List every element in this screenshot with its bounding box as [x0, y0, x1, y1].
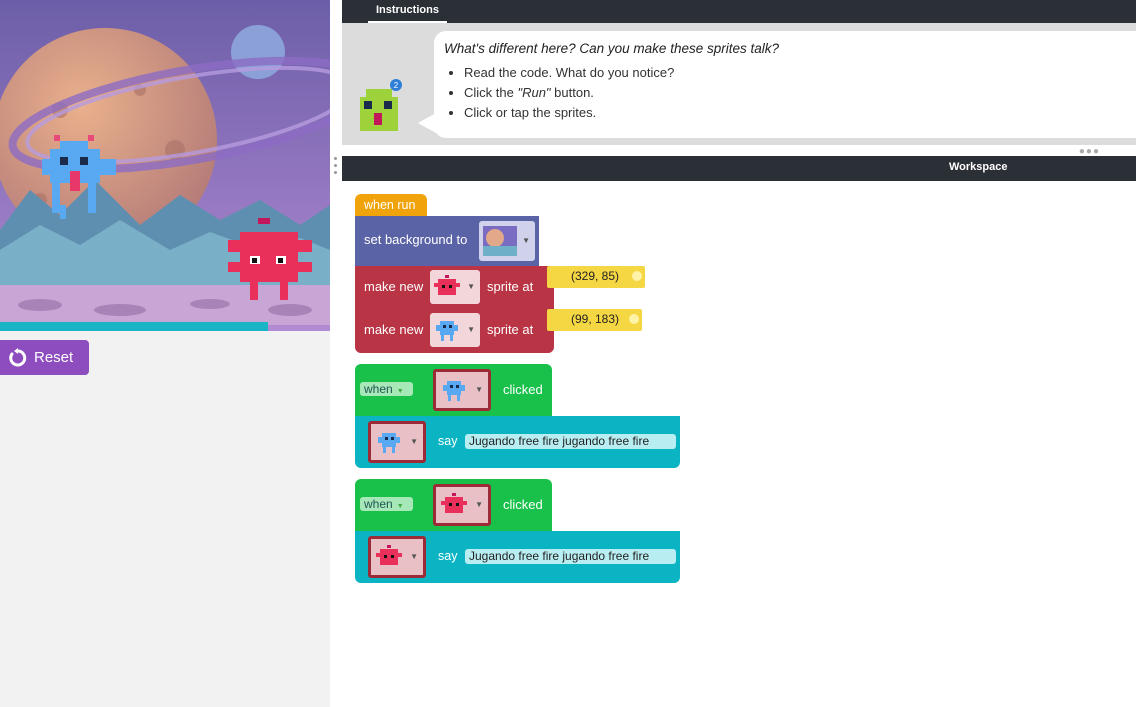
location-picker-icon[interactable]: [632, 271, 642, 281]
background-thumbnail-icon: [483, 226, 517, 256]
when-run-block[interactable]: when run: [355, 194, 427, 216]
blue-sprite-icon: [378, 433, 400, 453]
workspace-title: Workspace: [949, 161, 1008, 173]
pane-splitter[interactable]: [330, 0, 342, 707]
splitter-grip-dot: [334, 157, 337, 160]
say-text-input[interactable]: Jugando free fire jugando free fire: [465, 434, 676, 449]
sprite-dropdown[interactable]: ▼: [430, 313, 480, 347]
location-picker-icon[interactable]: [629, 314, 639, 324]
event-type-dropdown[interactable]: when ▼: [360, 382, 413, 396]
background-dropdown[interactable]: ▼: [479, 221, 535, 261]
tab-instructions[interactable]: Instructions: [368, 0, 447, 23]
event-type-dropdown[interactable]: when ▼: [360, 497, 413, 511]
chevron-down-icon: ▼: [475, 385, 483, 394]
speech-bubble: What's different here? Can you make thes…: [434, 31, 1136, 138]
make-new-sprite-block[interactable]: make new ▼ sprite at: [355, 309, 554, 353]
when-clicked-block[interactable]: when ▼ ▼ clicked: [355, 479, 552, 531]
chevron-down-icon: ▼: [410, 552, 418, 561]
chevron-down-icon: ▼: [396, 503, 404, 510]
set-background-block[interactable]: set background to ▼: [355, 216, 539, 266]
stage-canvas[interactable]: [0, 0, 330, 331]
sprite-dropdown[interactable]: ▼: [368, 536, 426, 578]
app-root: Reset Instructions 2 What's different he…: [0, 0, 1136, 707]
chevron-down-icon: ▼: [522, 236, 530, 245]
sprite-dropdown[interactable]: ▼: [368, 421, 426, 463]
coordinates-input[interactable]: (99, 183): [547, 309, 642, 331]
reset-button[interactable]: Reset: [0, 340, 89, 375]
say-block[interactable]: ▼ say Jugando free fire jugando free fir…: [355, 416, 680, 468]
when-clicked-block[interactable]: when ▼ ▼ clicked: [355, 364, 552, 416]
blue-sprite-icon: [443, 381, 465, 401]
list-item: Click or tap the sprites.: [464, 103, 1126, 123]
say-block[interactable]: ▼ say Jugando free fire jugando free fir…: [355, 531, 680, 583]
workspace-header: Workspace: [342, 156, 1136, 181]
red-sprite-icon: [434, 275, 460, 295]
avatar-badge: 2: [394, 81, 399, 90]
reset-label: Reset: [34, 349, 74, 366]
character-avatar: 2: [358, 79, 402, 142]
sprite-dropdown[interactable]: ▼: [433, 369, 491, 411]
red-sprite-icon: [441, 493, 467, 513]
instructions-panel: 2 What's different here? Can you make th…: [342, 23, 1136, 145]
coordinates-input[interactable]: (329, 85): [547, 266, 645, 288]
progress-bar: [0, 322, 268, 331]
alien-avatar-icon: 2: [360, 79, 402, 131]
right-pane: Instructions 2 What's different here? Ca…: [342, 0, 1136, 707]
instructions-list: Read the code. What do you notice? Click…: [444, 63, 1126, 123]
splitter-grip-dot: [334, 171, 337, 174]
sprite-dropdown[interactable]: ▼: [430, 270, 480, 304]
say-text-input[interactable]: Jugando free fire jugando free fire: [465, 549, 676, 564]
list-item: Read the code. What do you notice?: [464, 63, 1126, 83]
chevron-down-icon: ▼: [396, 388, 404, 395]
instructions-header: Instructions: [342, 0, 1136, 23]
red-sprite-icon: [376, 545, 402, 565]
reset-icon: [9, 347, 27, 366]
chevron-down-icon: ▼: [467, 325, 475, 334]
chevron-down-icon: ▼: [467, 282, 475, 291]
make-new-sprite-block[interactable]: make new ▼ sprite at: [355, 266, 554, 310]
game-stage[interactable]: [0, 0, 330, 331]
blue-sprite-icon: [436, 321, 458, 341]
splitter-grip-dot: [334, 164, 337, 167]
chevron-down-icon: ▼: [475, 500, 483, 509]
chevron-down-icon: ▼: [410, 437, 418, 446]
sprite-dropdown[interactable]: ▼: [433, 484, 491, 526]
list-item: Click the "Run" button.: [464, 83, 1126, 103]
instructions-question: What's different here? Can you make thes…: [444, 41, 779, 56]
